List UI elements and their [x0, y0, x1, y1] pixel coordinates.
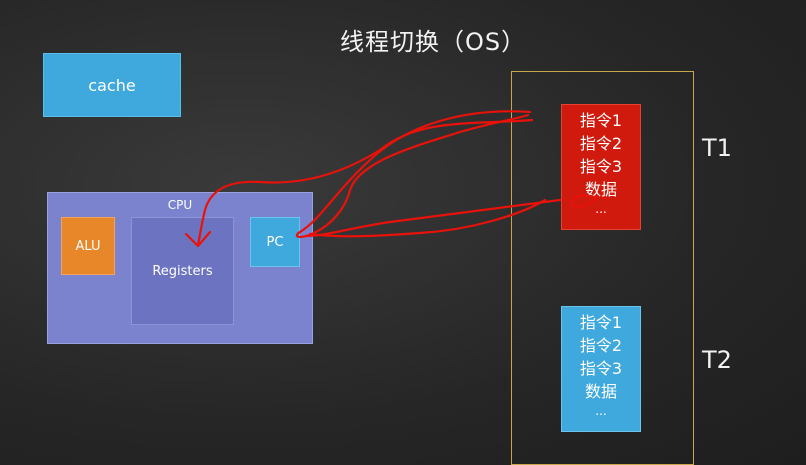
annotation-stroke-data — [570, 194, 600, 208]
handwritten-annotation — [184, 110, 600, 248]
